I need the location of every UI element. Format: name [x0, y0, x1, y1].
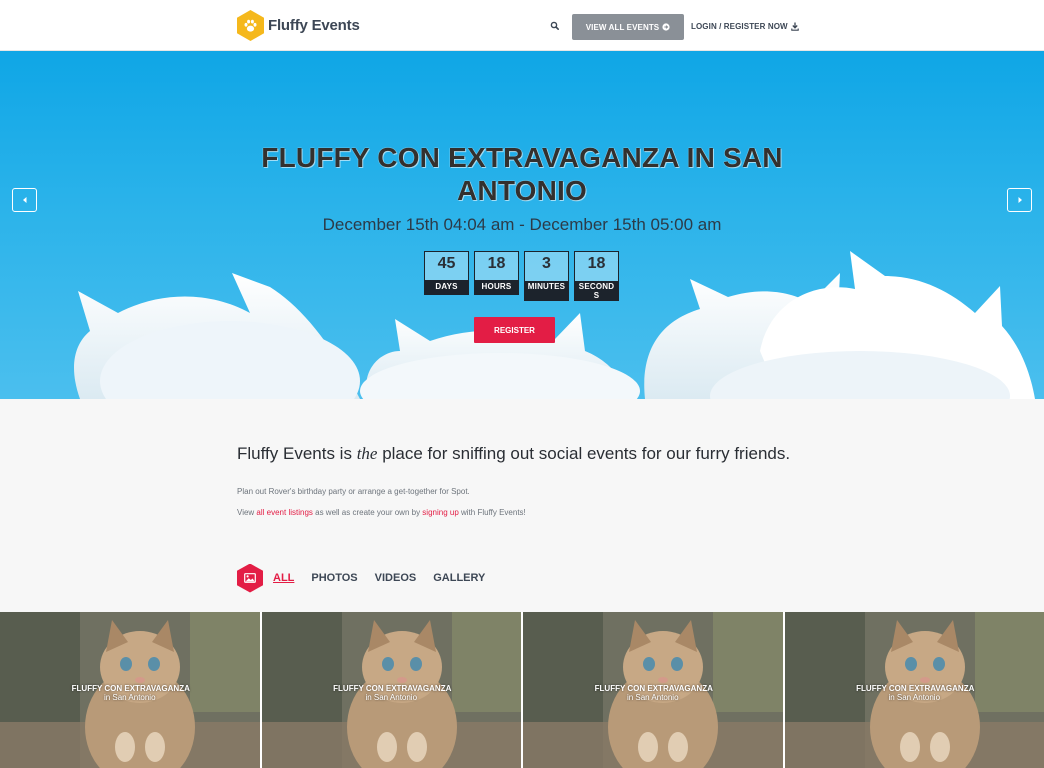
tab-all[interactable]: ALL: [273, 572, 294, 584]
all-event-listings-link[interactable]: all event listings: [256, 508, 312, 517]
intro-headline-end: place for sniffing out social events for…: [377, 444, 791, 463]
intro-subline: Plan out Rover's birthday party or arran…: [237, 487, 470, 496]
countdown-seconds: 18 SECONDS: [574, 251, 619, 301]
event-dates: December 15th 04:04 am - December 15th 0…: [322, 215, 722, 234]
intro-links-mid: as well as create your own by: [312, 508, 423, 517]
login-register-label: LOGIN / REGISTER NOW: [691, 21, 788, 31]
image-icon: [237, 563, 263, 593]
intro-links-text: View all event listings as well as creat…: [237, 508, 526, 517]
intro-links-pre: View: [237, 508, 257, 517]
gallery-tile-subtitle: in San Antonio: [103, 693, 156, 702]
countdown-hours-value: 18: [487, 255, 506, 272]
countdown-minutes-label: MINUTES: [525, 281, 568, 300]
gallery-tile-title: FLUFFY CON EXTRAVAGANZA: [71, 684, 190, 693]
register-button[interactable]: REGISTER: [474, 317, 555, 343]
event-title: FLUFFY CON EXTRAVAGANZA IN SAN ANTONIO: [261, 142, 783, 206]
media-filter-tabs: ALL PHOTOS VIDEOS GALLERY: [237, 563, 502, 593]
gallery-tile-subtitle: in San Antonio: [888, 693, 941, 702]
slider-next-button[interactable]: [1007, 188, 1032, 212]
gallery-tile-subtitle: in San Antonio: [365, 693, 418, 702]
countdown-seconds-label: SECONDS: [575, 281, 618, 300]
intro-section: Fluffy Events is the place for sniffing …: [0, 399, 1044, 612]
caret-left-icon: [22, 197, 26, 203]
intro-links-post: with Fluffy Events!: [458, 508, 526, 517]
view-all-events-label: VIEW ALL EVENTS: [585, 22, 660, 32]
tab-videos[interactable]: VIDEOS: [375, 572, 417, 584]
caret-right-icon: [1018, 197, 1022, 203]
countdown-minutes-value: 3: [542, 255, 551, 272]
countdown-minutes: 3 MINUTES: [524, 251, 569, 301]
arrow-circle-right-icon: [662, 23, 670, 31]
gallery-tile[interactable]: FLUFFY CON EXTRAVAGANZA in San Antonio: [784, 612, 1044, 768]
event-gallery: FLUFFY CON EXTRAVAGANZA in San Antonio F…: [0, 612, 1044, 768]
countdown-days-value: 45: [437, 255, 456, 272]
countdown-days-label: DAYS: [425, 280, 468, 294]
countdown-seconds-value: 18: [587, 255, 606, 272]
tab-gallery[interactable]: GALLERY: [433, 572, 485, 584]
brand-name: Fluffy Events: [268, 17, 360, 34]
view-all-events-button[interactable]: VIEW ALL EVENTS: [572, 14, 684, 40]
gallery-tile-title: FLUFFY CON EXTRAVAGANZA: [594, 684, 713, 693]
countdown-hours-label: HOURS: [475, 280, 518, 294]
gallery-tile[interactable]: FLUFFY CON EXTRAVAGANZA in San Antonio: [261, 612, 521, 768]
hero-banner: FLUFFY CON EXTRAVAGANZA IN SAN ANTONIO D…: [0, 51, 1044, 399]
intro-headline-start: Fluffy Events is: [237, 444, 357, 463]
login-register-link[interactable]: LOGIN / REGISTER NOW: [691, 19, 799, 33]
gallery-tile[interactable]: FLUFFY CON EXTRAVAGANZA in San Antonio: [0, 612, 260, 768]
gallery-tile-subtitle: in San Antonio: [626, 693, 679, 702]
signing-up-link[interactable]: signing up: [422, 508, 458, 517]
intro-headline: Fluffy Events is the place for sniffing …: [237, 444, 807, 463]
search-icon[interactable]: [548, 19, 562, 33]
gallery-tile-title: FLUFFY CON EXTRAVAGANZA: [856, 684, 975, 693]
countdown-timer: 45 DAYS 18 HOURS 3 MINUTES 18 SECONDS: [424, 251, 619, 301]
countdown-hours: 18 HOURS: [474, 251, 519, 295]
brand-logo[interactable]: Fluffy Events: [237, 10, 360, 41]
download-icon: [790, 22, 799, 31]
countdown-days: 45 DAYS: [424, 251, 469, 295]
top-navbar: Fluffy Events VIEW ALL EVENTS LOGIN / RE…: [0, 0, 1044, 51]
gallery-tile[interactable]: FLUFFY CON EXTRAVAGANZA in San Antonio: [523, 612, 783, 768]
tab-photos[interactable]: PHOTOS: [311, 572, 357, 584]
intro-headline-emphasis: the: [356, 444, 378, 463]
paw-icon: [237, 10, 264, 41]
slider-prev-button[interactable]: [12, 188, 37, 212]
gallery-tile-title: FLUFFY CON EXTRAVAGANZA: [333, 684, 452, 693]
